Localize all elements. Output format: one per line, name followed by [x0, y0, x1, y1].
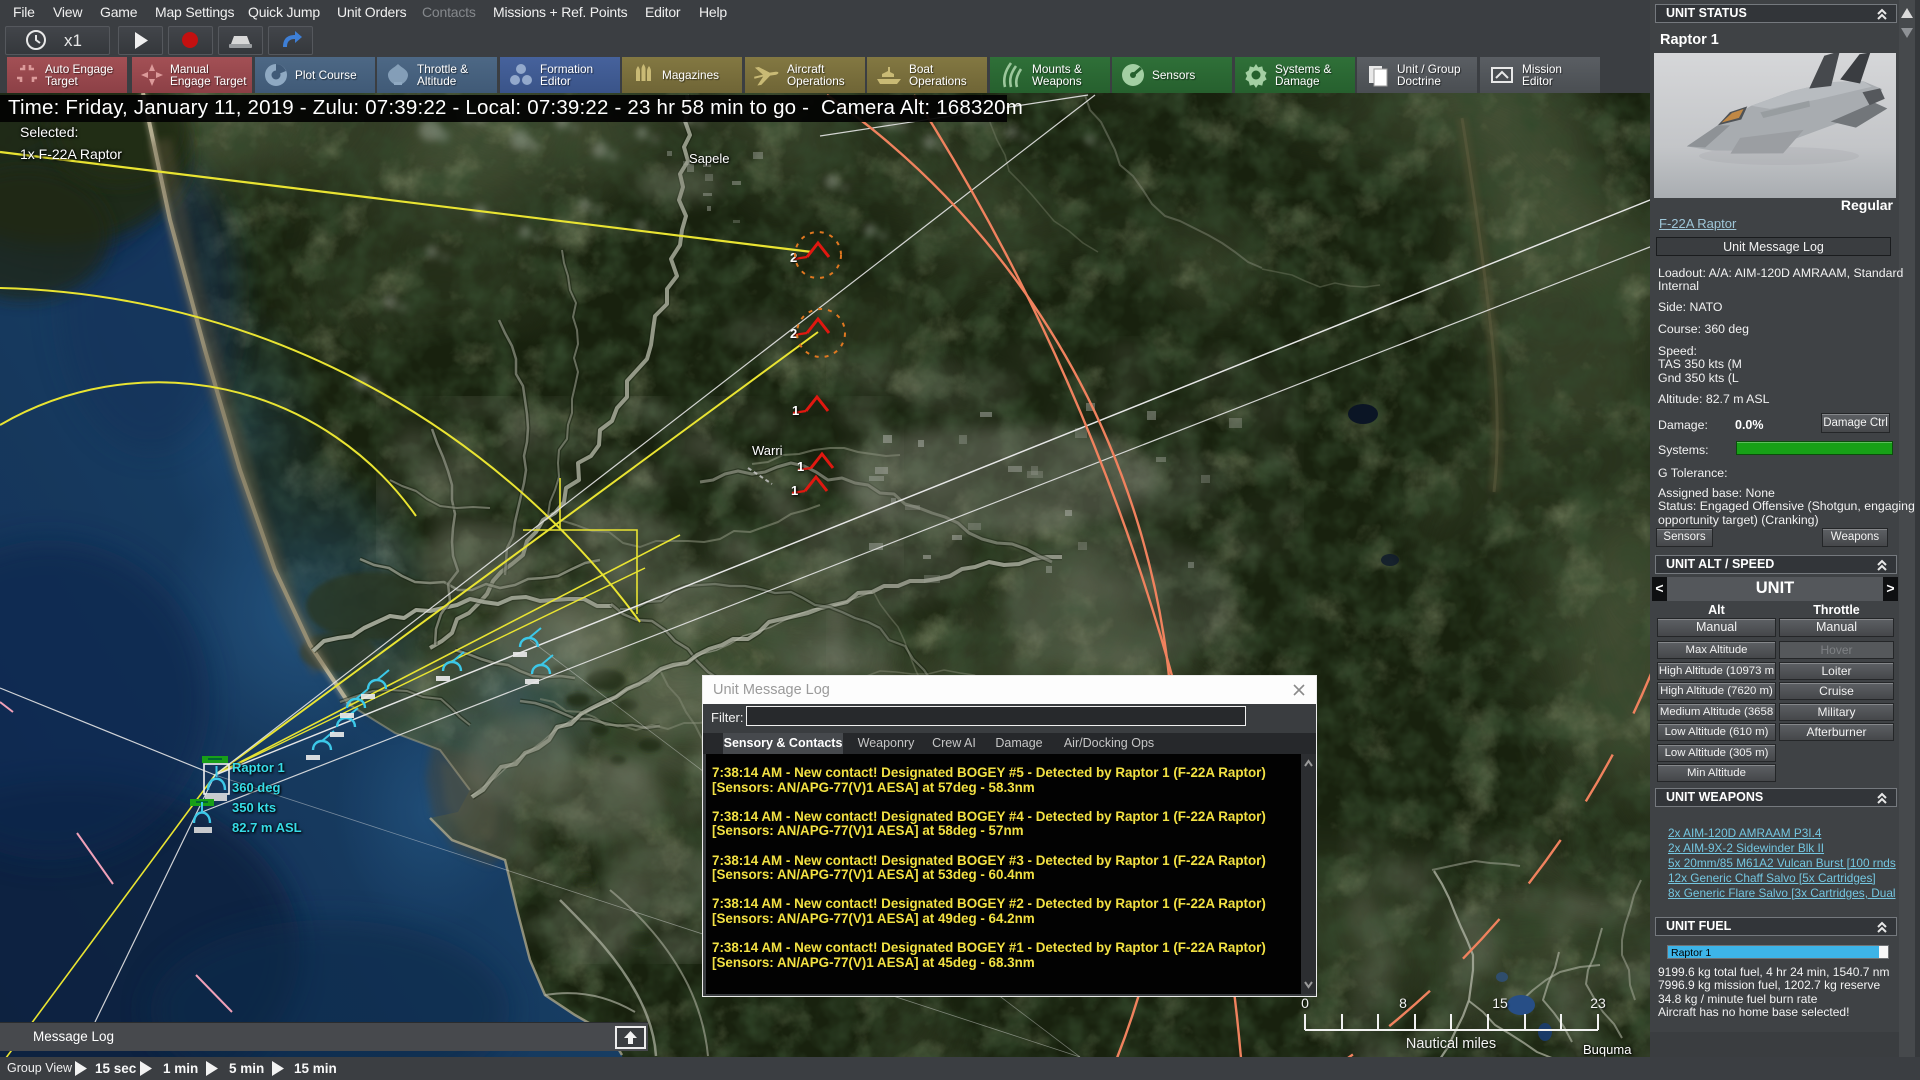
- svg-text:1: 1: [791, 483, 798, 498]
- svg-text:1: 1: [792, 403, 799, 418]
- svg-text:Raptor 1: Raptor 1: [232, 760, 285, 775]
- svg-text:0: 0: [1301, 995, 1309, 1011]
- svg-text:1 min: 1 min: [163, 1061, 198, 1076]
- svg-text:15: 15: [1492, 995, 1508, 1011]
- svg-text:82.7 m ASL: 82.7 m ASL: [232, 820, 302, 835]
- svg-text:Nautical miles: Nautical miles: [1406, 1036, 1496, 1052]
- svg-text:5 min: 5 min: [229, 1061, 264, 1076]
- svg-text:x1: x1: [64, 31, 82, 50]
- svg-text:15 sec: 15 sec: [95, 1061, 137, 1076]
- svg-text:1: 1: [797, 459, 804, 474]
- svg-text:23: 23: [1590, 995, 1606, 1011]
- svg-text:2: 2: [790, 326, 797, 341]
- svg-text:360 deg: 360 deg: [232, 780, 280, 795]
- svg-text:15 min: 15 min: [294, 1061, 337, 1076]
- svg-text:350 kts: 350 kts: [232, 800, 276, 815]
- svg-text:8: 8: [1399, 995, 1407, 1011]
